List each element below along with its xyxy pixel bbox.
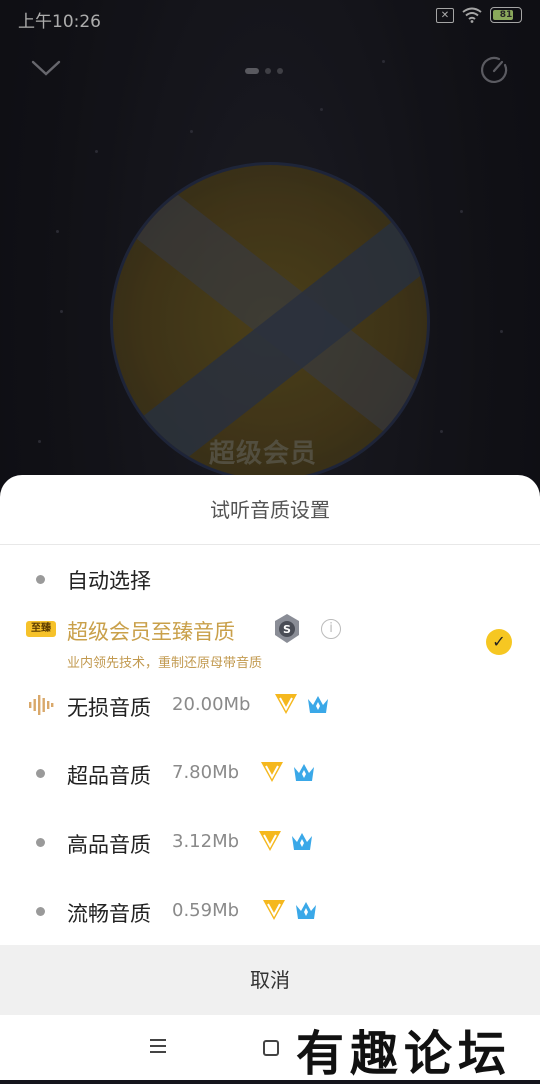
option-label: 高品音质: [67, 833, 151, 857]
crown-icon: [308, 696, 328, 713]
bullet-icon: [36, 575, 45, 584]
crown-icon: [296, 902, 316, 919]
option-super[interactable]: 超品音质 7.80Mb: [0, 745, 540, 805]
bullet-icon: [36, 769, 45, 778]
home-icon[interactable]: [263, 1040, 279, 1056]
forum-watermark: 有趣论坛: [296, 1026, 513, 1082]
svg-text:S: S: [283, 623, 291, 636]
vip-diamond-icon: [261, 762, 283, 782]
svip-tag: 至臻: [26, 621, 56, 637]
crown-icon: [294, 764, 314, 781]
option-label: 流畅音质: [67, 902, 151, 926]
option-size: 20.00Mb: [172, 694, 251, 715]
option-auto[interactable]: 自动选择: [0, 545, 540, 615]
vip-diamond-icon: [263, 900, 285, 920]
bullet-icon: [36, 838, 45, 847]
check-icon: ✓: [486, 629, 512, 655]
crown-icon: [292, 833, 312, 850]
waveform-icon: [29, 695, 54, 715]
menu-icon[interactable]: [150, 1039, 166, 1053]
vip-diamond-icon: [275, 694, 297, 714]
option-label: 超品音质: [67, 764, 151, 788]
option-lossless[interactable]: 无损音质 20.00Mb: [0, 675, 540, 735]
cancel-button[interactable]: 取消: [0, 945, 540, 1015]
bullet-icon: [36, 907, 45, 916]
svip-badge-icon: S: [275, 614, 299, 643]
option-size: 3.12Mb: [172, 831, 240, 852]
sheet-title: 试听音质设置: [0, 475, 540, 545]
quality-settings-sheet: 试听音质设置 自动选择 至臻 超级会员至臻音质 S i 业内领先技术，重制还原母…: [0, 475, 540, 1015]
info-icon[interactable]: i: [321, 619, 341, 639]
option-high[interactable]: 高品音质 3.12Mb: [0, 815, 540, 875]
option-label: 超级会员至臻音质: [67, 620, 235, 644]
option-size: 7.80Mb: [172, 762, 240, 783]
option-svip[interactable]: 至臻 超级会员至臻音质 S i 业内领先技术，重制还原母带音质 ✓: [0, 610, 540, 675]
option-subtitle: 业内领先技术，重制还原母带音质: [67, 656, 263, 671]
option-size: 0.59Mb: [172, 900, 240, 921]
option-smooth[interactable]: 流畅音质 0.59Mb: [0, 885, 540, 945]
vip-diamond-icon: [259, 831, 281, 851]
option-label: 自动选择: [67, 569, 151, 593]
option-label: 无损音质: [67, 696, 151, 720]
